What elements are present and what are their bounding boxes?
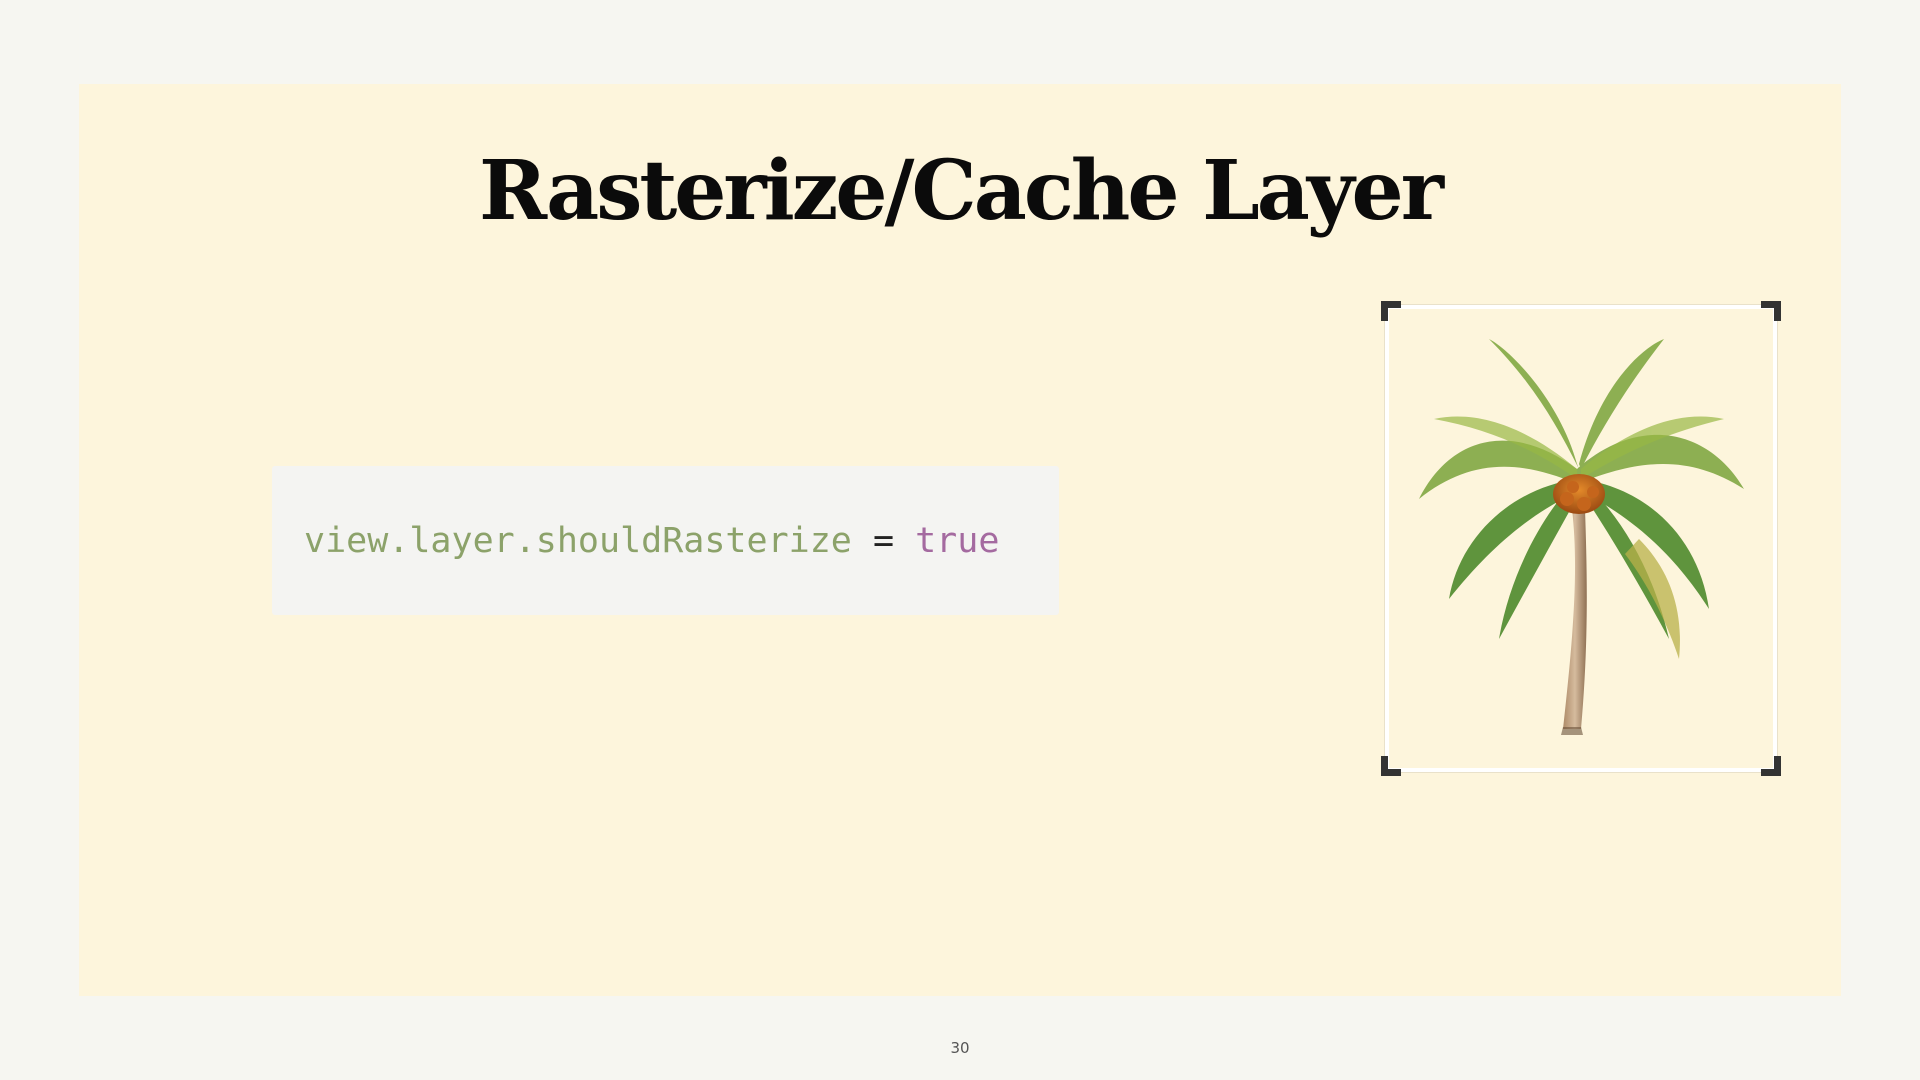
image-frame[interactable] — [1381, 301, 1781, 776]
crop-handle-bottom-right-icon[interactable] — [1761, 756, 1781, 776]
code-keyword: true — [915, 520, 1000, 561]
crop-handle-bottom-left-icon[interactable] — [1381, 756, 1401, 776]
code-block: view.layer.shouldRasterize = true — [272, 466, 1059, 615]
slide-title: Rasterize/Cache Layer — [479, 143, 1444, 239]
code-operator: = — [872, 520, 895, 561]
presentation-page: Rasterize/Cache Layer view.layer.shouldR… — [0, 0, 1920, 1080]
crop-handle-top-right-icon[interactable] — [1761, 301, 1781, 321]
crop-handle-top-left-icon[interactable] — [1381, 301, 1401, 321]
page-number: 30 — [950, 1039, 970, 1057]
code-identifier: view.layer.shouldRasterize — [304, 520, 852, 561]
palm-tree-illustration — [1419, 339, 1744, 735]
